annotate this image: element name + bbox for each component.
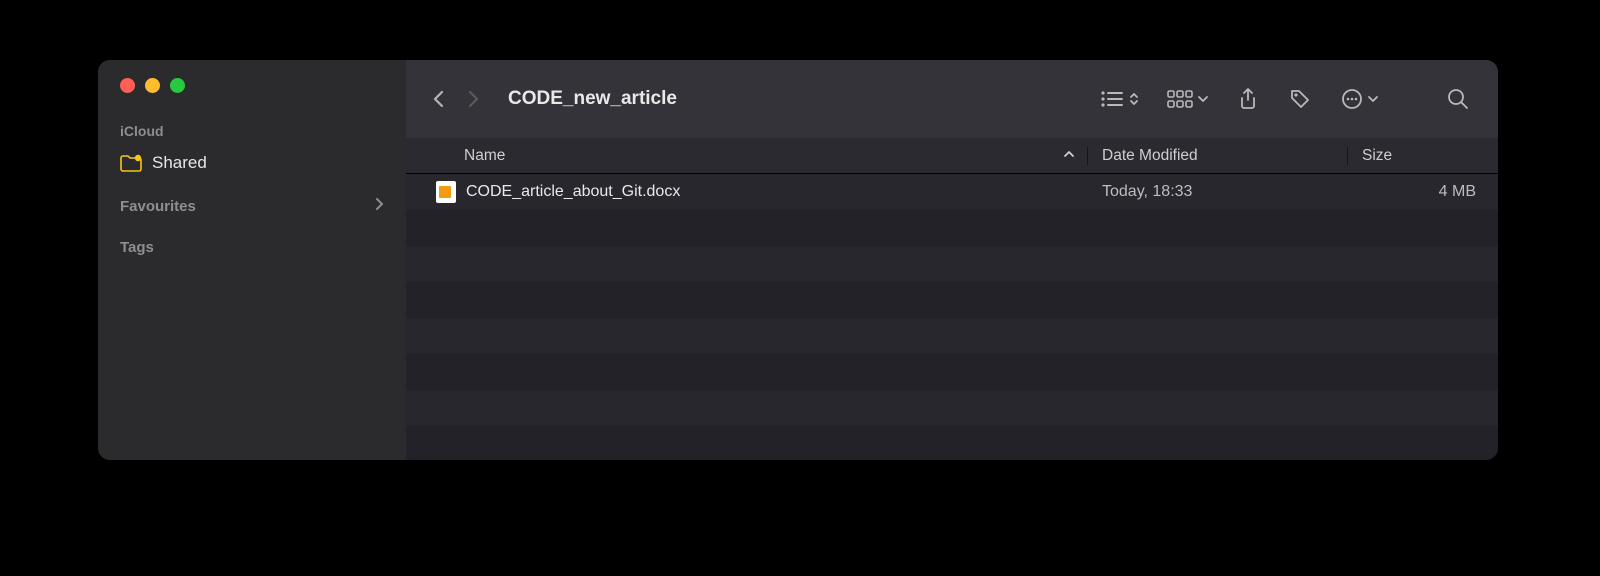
back-button[interactable] <box>424 84 454 114</box>
search-icon <box>1447 88 1469 110</box>
chevron-down-icon <box>1197 93 1209 105</box>
column-header-size[interactable]: Size <box>1348 147 1498 165</box>
finder-window: iCloud Shared Favourites Tags <box>98 60 1498 460</box>
share-icon <box>1238 88 1258 110</box>
toolbar: CODE_new_article <box>406 60 1498 138</box>
list-view-icon <box>1100 90 1124 108</box>
sidebar-item-label: Shared <box>152 153 207 173</box>
share-button[interactable] <box>1226 82 1270 116</box>
window-controls <box>98 78 406 117</box>
sidebar-item-shared[interactable]: Shared <box>98 147 406 179</box>
search-button[interactable] <box>1436 82 1480 116</box>
main-panel: CODE_new_article <box>406 60 1498 460</box>
chevron-right-icon <box>374 197 384 215</box>
empty-row <box>406 210 1498 246</box>
sidebar: iCloud Shared Favourites Tags <box>98 60 406 460</box>
sidebar-section-favourites[interactable]: Favourites <box>98 179 406 221</box>
grid-group-icon <box>1167 90 1193 108</box>
forward-button[interactable] <box>458 84 488 114</box>
file-date: Today, 18:33 <box>1088 183 1348 201</box>
empty-row <box>406 354 1498 390</box>
document-file-icon <box>436 181 456 203</box>
minimize-window-button[interactable] <box>145 78 160 93</box>
empty-row <box>406 318 1498 354</box>
column-label: Name <box>464 147 505 165</box>
columns-header: Name Date Modified Size <box>406 138 1498 174</box>
shared-folder-icon <box>120 154 142 172</box>
tags-button[interactable] <box>1278 82 1322 116</box>
file-size: 4 MB <box>1348 183 1498 201</box>
close-window-button[interactable] <box>120 78 135 93</box>
empty-row <box>406 390 1498 426</box>
empty-row <box>406 282 1498 318</box>
folder-title: CODE_new_article <box>508 88 677 110</box>
group-by-button[interactable] <box>1158 82 1218 116</box>
up-down-chevron-icon <box>1128 90 1140 108</box>
nav-arrows <box>424 84 488 114</box>
sidebar-section-tags[interactable]: Tags <box>98 221 406 262</box>
file-row[interactable]: CODE_article_about_Git.docx Today, 18:33… <box>406 174 1498 210</box>
column-header-date[interactable]: Date Modified <box>1088 147 1348 165</box>
chevron-down-icon <box>1367 93 1379 105</box>
empty-row <box>406 426 1498 460</box>
column-header-name[interactable]: Name <box>406 147 1088 165</box>
sidebar-section-label: Favourites <box>120 198 196 215</box>
tag-icon <box>1289 88 1311 110</box>
more-actions-button[interactable] <box>1330 82 1390 116</box>
empty-row <box>406 246 1498 282</box>
sort-ascending-icon <box>1063 147 1075 165</box>
view-list-button[interactable] <box>1090 82 1150 116</box>
sidebar-section-icloud: iCloud <box>98 117 406 147</box>
file-name: CODE_article_about_Git.docx <box>466 183 680 201</box>
ellipsis-circle-icon <box>1341 88 1363 110</box>
maximize-window-button[interactable] <box>170 78 185 93</box>
sidebar-section-label: Tags <box>120 239 154 256</box>
file-list: CODE_article_about_Git.docx Today, 18:33… <box>406 174 1498 460</box>
